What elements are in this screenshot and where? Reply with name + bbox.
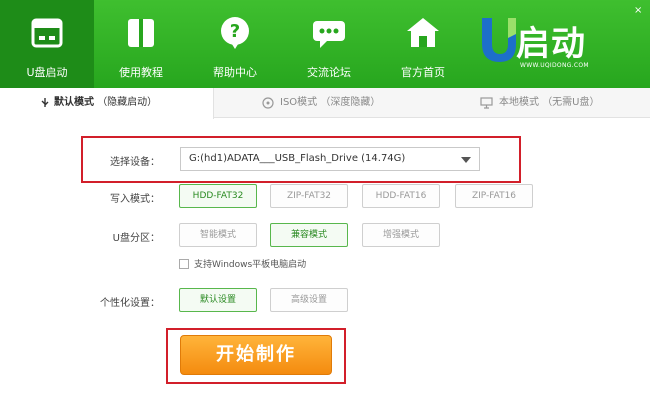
brand-logo: 启动 WWW.UQIDONG.COM	[478, 12, 628, 74]
tab-default-mode[interactable]: 默认模式 （隐藏启动）	[0, 88, 214, 119]
device-select[interactable]: G:(hd1)ADATA___USB_Flash_Drive (14.74G)	[180, 147, 480, 171]
tab-iso-label: ISO模式	[280, 97, 318, 108]
nav-label-usb-boot: U盘启动	[26, 66, 68, 79]
write-mode-zip-fat32[interactable]: ZIP-FAT32	[270, 184, 348, 208]
tab-iso-mode[interactable]: ISO模式 （深度隐藏）	[262, 88, 422, 118]
monitor-icon	[480, 97, 493, 109]
close-button[interactable]: ×	[634, 6, 644, 16]
device-value: G:(hd1)ADATA___USB_Flash_Drive (14.74G)	[189, 153, 406, 164]
nav-forum[interactable]: 交流论坛	[282, 0, 376, 88]
personalize-label: 个性化设置：	[100, 298, 160, 309]
svg-text:?: ?	[230, 21, 240, 42]
device-label: 选择设备：	[110, 157, 160, 168]
logo-url: WWW.UQIDONG.COM	[520, 62, 589, 69]
tab-iso-sub: （深度隐藏）	[320, 97, 381, 108]
write-mode-label: 写入模式：	[110, 194, 160, 205]
tablet-support-label: 支持Windows平板电脑启动	[194, 260, 307, 270]
nav-label-tutorial: 使用教程	[119, 66, 163, 79]
partition-compatible-mode[interactable]: 兼容模式	[270, 223, 348, 247]
chat-icon	[313, 21, 345, 48]
chevron-down-icon[interactable]	[461, 157, 471, 163]
logo-text: 启动	[516, 24, 586, 64]
tab-default-label: 默认模式	[54, 97, 94, 108]
top-header: U盘启动 使用教程 ? 帮助中心 交流论坛 官方首页 启动 WWW.UQIDON…	[0, 0, 650, 88]
tab-local-label: 本地模式	[499, 97, 539, 108]
help-icon: ?	[221, 17, 249, 49]
tab-local-mode[interactable]: 本地模式 （无需U盘）	[480, 88, 640, 118]
nav-usb-boot[interactable]: U盘启动	[0, 0, 94, 88]
nav-official-home[interactable]: 官方首页	[376, 0, 470, 88]
tab-default-sub: （隐藏启动）	[97, 97, 158, 108]
home-icon	[407, 18, 439, 47]
nav-label-forum: 交流论坛	[307, 66, 351, 79]
write-mode-hdd-fat32[interactable]: HDD-FAT32	[179, 184, 257, 208]
start-button[interactable]: 开始制作	[180, 335, 332, 375]
u-logo-icon	[482, 18, 516, 62]
mode-tabs: 默认模式 （隐藏启动） ISO模式 （深度隐藏） 本地模式 （无需U盘）	[0, 88, 650, 119]
tablet-support-checkbox[interactable]	[179, 259, 189, 269]
personalize-advanced[interactable]: 高级设置	[270, 288, 348, 312]
tab-local-sub: （无需U盘）	[542, 97, 600, 108]
personalize-default[interactable]: 默认设置	[179, 288, 257, 312]
partition-enhanced-mode[interactable]: 增强模式	[362, 223, 440, 247]
nav-label-official-home: 官方首页	[401, 66, 445, 79]
usb-symbol-icon	[41, 98, 49, 107]
disc-icon	[262, 97, 274, 109]
write-mode-zip-fat16[interactable]: ZIP-FAT16	[455, 184, 533, 208]
nav-help-center[interactable]: ? 帮助中心	[188, 0, 282, 88]
partition-smart-mode[interactable]: 智能模式	[179, 223, 257, 247]
book-icon	[128, 19, 154, 47]
nav-label-help-center: 帮助中心	[213, 66, 257, 79]
usb-drive-icon	[31, 18, 63, 48]
write-mode-hdd-fat16[interactable]: HDD-FAT16	[362, 184, 440, 208]
partition-label: U盘分区：	[112, 233, 160, 244]
nav-tutorial[interactable]: 使用教程	[94, 0, 188, 88]
